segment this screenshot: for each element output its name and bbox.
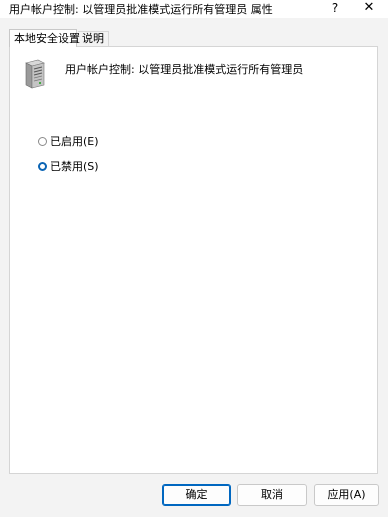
settings-panel: 用户帐户控制: 以管理员批准模式运行所有管理员 已启用(E) 已禁用(S) [9, 46, 378, 474]
enabled-label[interactable]: 已启用(E) [50, 133, 99, 149]
window-title: 用户帐户控制: 以管理员批准模式运行所有管理员 属性 [9, 3, 273, 16]
disabled-option[interactable]: 已禁用(S) [38, 158, 99, 174]
apply-button[interactable]: 应用(A) [314, 484, 379, 506]
enabled-option[interactable]: 已启用(E) [38, 133, 99, 149]
close-button[interactable]: ✕ [354, 0, 384, 16]
ok-button[interactable]: 确定 [162, 484, 231, 506]
help-button[interactable]: ? [320, 0, 350, 16]
cancel-button[interactable]: 取消 [237, 484, 307, 506]
tab-explain[interactable]: 说明 [78, 31, 109, 46]
server-icon [22, 59, 46, 89]
enabled-radio[interactable] [38, 136, 47, 146]
tab-local-security-setting[interactable]: 本地安全设置 [9, 29, 80, 47]
disabled-radio[interactable] [38, 161, 47, 171]
policy-name: 用户帐户控制: 以管理员批准模式运行所有管理员 [65, 63, 304, 76]
disabled-label[interactable]: 已禁用(S) [50, 158, 99, 174]
title-bar: 用户帐户控制: 以管理员批准模式运行所有管理员 属性 ? ✕ [0, 0, 388, 18]
